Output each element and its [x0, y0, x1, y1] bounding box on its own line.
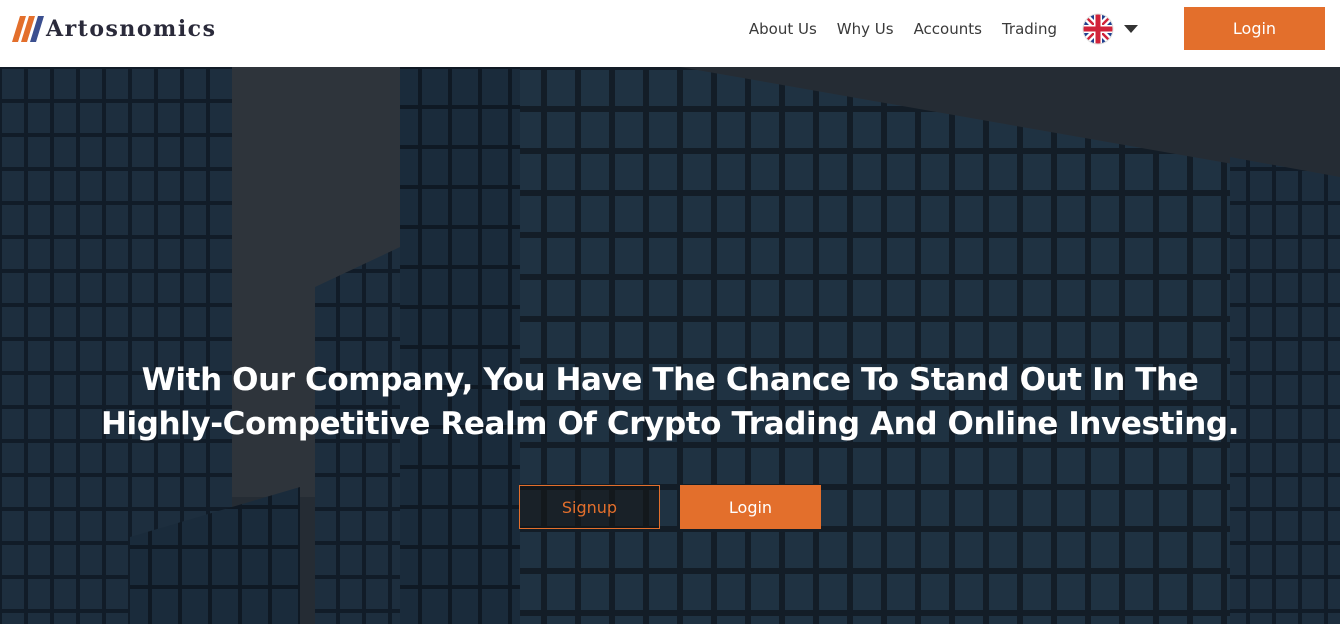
- nav-links: About Us Why Us Accounts Trading: [729, 20, 1057, 38]
- hero-login-button[interactable]: Login: [680, 485, 821, 529]
- hero-headline-line-1: With Our Company, You Have The Chance To…: [141, 362, 1199, 398]
- signup-button[interactable]: Signup: [519, 485, 660, 529]
- hero-section: With Our Company, You Have The Chance To…: [0, 67, 1340, 624]
- main-nav: About Us Why Us Accounts Trading Login: [729, 0, 1340, 57]
- header-login-button[interactable]: Login: [1184, 7, 1325, 50]
- site-header: Artosnomics About Us Why Us Accounts Tra…: [0, 0, 1340, 67]
- hero-actions: Signup Login: [519, 485, 821, 529]
- hero-headline-line-2: Highly-Competitive Realm Of Crypto Tradi…: [100, 406, 1240, 442]
- brand-name: Artosnomics: [46, 16, 217, 42]
- nav-about-us[interactable]: About Us: [749, 20, 817, 38]
- uk-flag-icon: [1082, 13, 1114, 44]
- brand-logo[interactable]: Artosnomics: [12, 14, 216, 44]
- nav-trading[interactable]: Trading: [1002, 20, 1057, 38]
- hero-building-background: [0, 67, 1340, 624]
- hero-headline: With Our Company, You Have The Chance To…: [0, 358, 1340, 446]
- logo-stripes-icon: [12, 16, 44, 42]
- chevron-down-icon: [1124, 24, 1138, 33]
- language-selector[interactable]: [1082, 13, 1138, 45]
- nav-why-us[interactable]: Why Us: [837, 20, 894, 38]
- nav-accounts[interactable]: Accounts: [914, 20, 982, 38]
